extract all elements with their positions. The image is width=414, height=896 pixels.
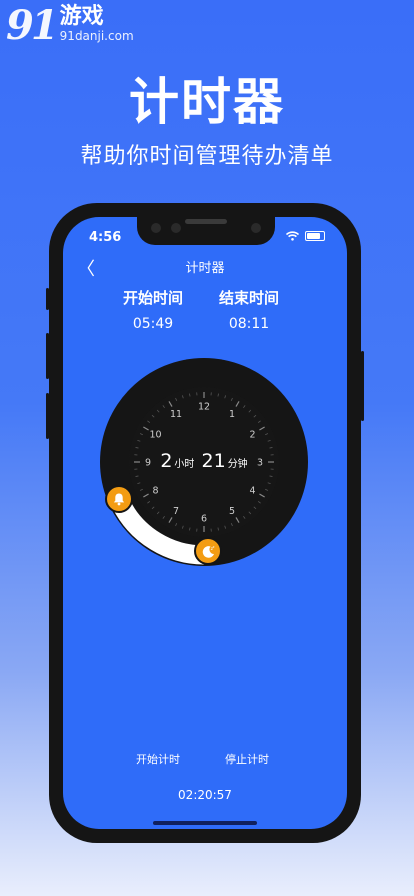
stopwatch-display: 02:20:57 [178,788,232,802]
end-time-label: 结束时间 [218,289,279,307]
sensor-dot [171,223,181,233]
status-time: 4:56 [89,230,122,245]
promo-title: 计时器 [129,73,285,131]
phone-frame: 4:56 〈 计时器 开始时间 05:49 结束时间 08:11 12 1 2 3 4 5… [46,203,364,843]
end-time-handle[interactable]: z z [194,537,222,565]
battery-icon [305,231,325,241]
watermark-brand: 游戏 [59,4,104,29]
duration-display: 2 小时 21 分钟 [63,450,347,472]
promo-subtitle: 帮助你时间管理待办清单 [80,144,334,169]
speaker [185,219,227,224]
volume-down-button [46,393,49,439]
dial-number: 12 [198,402,210,413]
duration-minutes: 21 [201,450,226,472]
power-button [361,351,364,421]
notch [137,217,275,245]
front-camera [251,223,261,233]
watermark: 91 游戏 91danji.com [6,4,134,48]
dial-number: 11 [170,409,182,420]
dial-number: 7 [173,506,179,517]
dial-number: 4 [249,486,255,497]
start-time-label: 开始时间 [122,289,183,307]
dial-number: 6 [201,514,207,525]
watermark-url: 91danji.com [59,29,134,43]
bell-icon [113,493,125,506]
nav-title: 计时器 [185,261,225,276]
watermark-logo: 91 [6,2,59,49]
home-indicator[interactable] [153,821,257,825]
duration-hours-unit: 小时 [174,459,195,470]
start-timer-button[interactable]: 开始计时 [136,751,180,767]
volume-up-button [46,333,49,379]
status-icons [286,231,325,241]
dial-number: 2 [249,430,255,441]
dial-number: 8 [152,486,158,497]
svg-text:z: z [212,544,214,548]
duration-minutes-unit: 分钟 [227,459,248,470]
start-time-value: 05:49 [132,316,174,332]
mute-switch [46,288,49,310]
moon-icon: z z [202,544,214,558]
stop-timer-button[interactable]: 停止计时 [225,751,269,767]
dial-number: 1 [229,409,235,420]
wifi-icon [286,231,299,241]
end-time-value: 08:11 [228,316,270,332]
dial-number: 10 [149,430,161,441]
dial-number: 5 [229,506,235,517]
start-time-handle[interactable] [105,485,133,513]
duration-hours: 2 [160,450,173,472]
end-time-group: 结束时间 08:11 [194,287,304,332]
app-screen: 4:56 〈 计时器 开始时间 05:49 结束时间 08:11 12 1 2 3 4 5… [63,217,347,829]
start-time-group: 开始时间 05:49 [98,287,208,332]
sensor-dot [151,223,161,233]
